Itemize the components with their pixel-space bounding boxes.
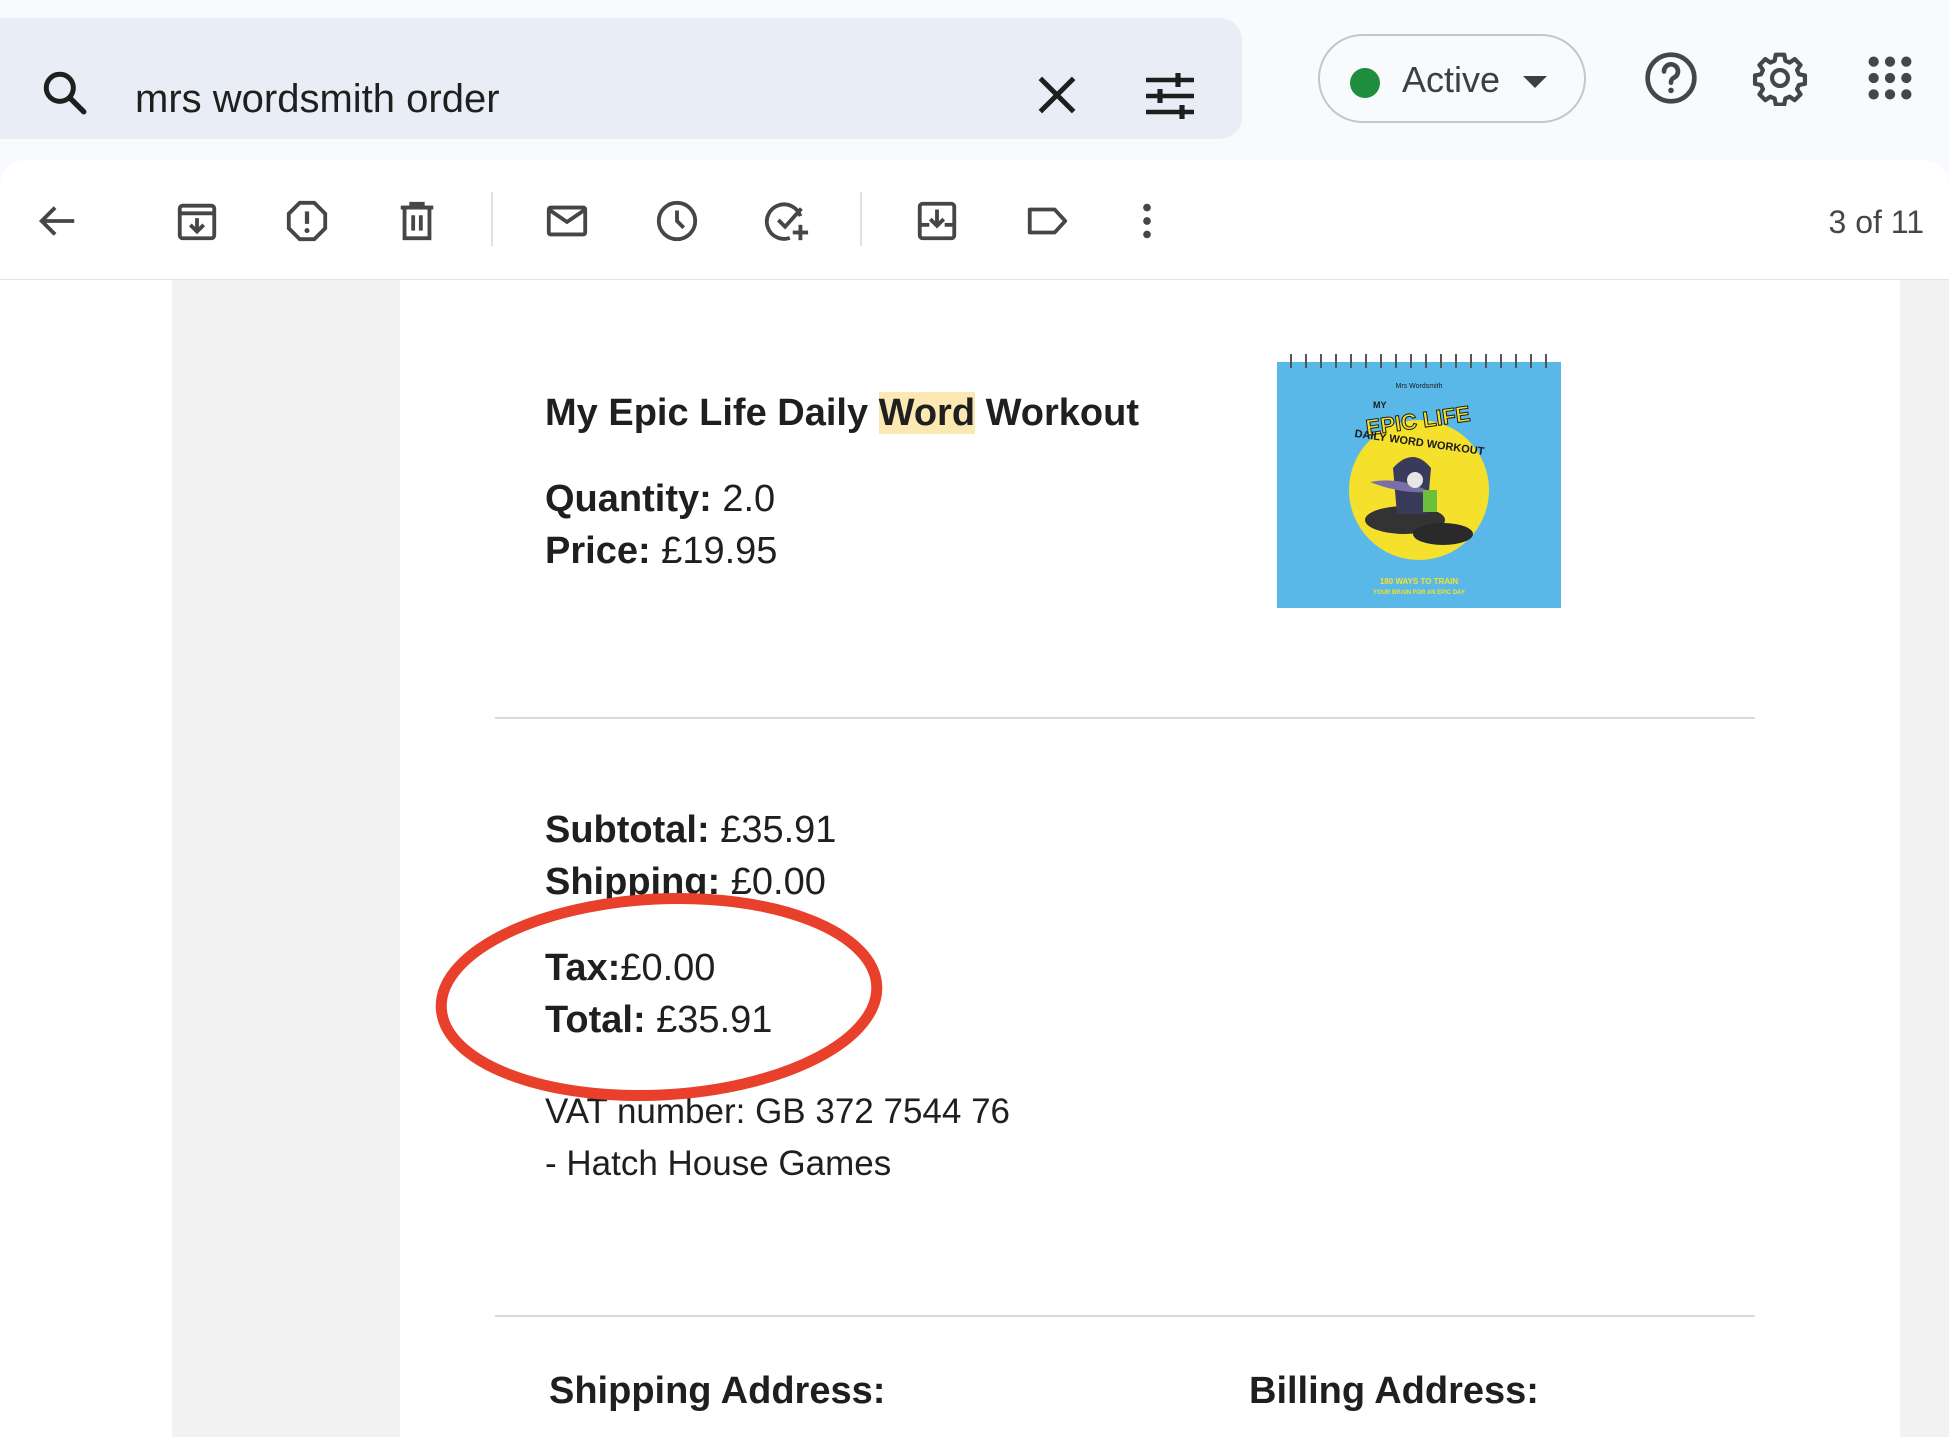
toolbar-divider: [491, 192, 493, 246]
subtotal-line: Subtotal: £35.91: [545, 807, 836, 853]
total-value: £35.91: [645, 999, 773, 1041]
more-vert-icon[interactable]: [1124, 198, 1170, 244]
help-icon[interactable]: [1643, 50, 1699, 106]
section-divider: [495, 1315, 1755, 1317]
tax-label: Tax:: [545, 947, 621, 989]
shipping-line: Shipping: £0.00: [545, 859, 826, 905]
price-label: Price:: [545, 530, 651, 572]
search-box[interactable]: mrs wordsmith order: [0, 18, 1242, 139]
chevron-down-icon: [1523, 76, 1547, 88]
email-gutter-right: [1900, 280, 1949, 1437]
archive-icon[interactable]: [174, 198, 220, 244]
status-label: Active: [1402, 59, 1501, 100]
vat-number: VAT number: GB 372 7544 76: [545, 1092, 1011, 1131]
shipping-address-heading: Shipping Address:: [549, 1370, 886, 1412]
status-dot: [1350, 68, 1380, 98]
cover-bottom2: YOUR BRAIN FOR AN EPIC DAY: [1373, 590, 1465, 596]
quantity-value: 2.0: [711, 478, 776, 520]
close-icon[interactable]: [1032, 70, 1082, 120]
toolbar-divider: [860, 192, 862, 246]
section-divider: [495, 717, 1755, 719]
total-label: Total:: [545, 999, 646, 1041]
delete-icon[interactable]: [394, 198, 440, 244]
shipping-value: £0.00: [720, 861, 826, 903]
tax-value: £0.00: [620, 947, 716, 989]
search-icon[interactable]: [40, 68, 90, 118]
message-area: My Epic Life Daily Word Workout Quantity…: [0, 280, 1949, 1437]
label-icon[interactable]: [1024, 198, 1070, 244]
vat-company: - Hatch House Games: [545, 1144, 892, 1183]
shipping-label: Shipping:: [545, 861, 721, 903]
page-counter: 3 of 11: [1828, 204, 1924, 240]
subtotal-value: £35.91: [709, 809, 837, 851]
price-line: Price: £19.95: [545, 528, 777, 574]
email-gutter-left: [172, 280, 400, 1437]
cover-brand: Mrs Wordsmith: [1396, 383, 1443, 390]
report-spam-icon[interactable]: [284, 198, 330, 244]
back-arrow-icon[interactable]: [34, 198, 80, 244]
product-image[interactable]: Mrs Wordsmith MY EPIC LIFE DAILY WORD WO…: [1275, 350, 1563, 608]
filter-icon[interactable]: [1142, 72, 1198, 120]
quantity-line: Quantity: 2.0: [545, 476, 775, 522]
snooze-icon[interactable]: [654, 198, 700, 244]
cover-line1: MY: [1373, 400, 1387, 410]
product-title: My Epic Life Daily Word Workout: [545, 390, 1139, 436]
add-task-icon[interactable]: [764, 198, 810, 244]
move-to-icon[interactable]: [914, 198, 960, 244]
apps-grid-icon[interactable]: [1862, 50, 1918, 106]
status-dropdown[interactable]: Active: [1318, 34, 1586, 123]
email-body: My Epic Life Daily Word Workout Quantity…: [400, 280, 1900, 1437]
settings-icon[interactable]: [1752, 50, 1808, 106]
total-line: Total: £35.91: [545, 997, 772, 1043]
search-input[interactable]: mrs wordsmith order: [135, 74, 500, 124]
subtotal-label: Subtotal:: [545, 809, 710, 851]
search-highlight: Word: [878, 392, 976, 434]
message-toolbar: 3 of 11: [0, 160, 1949, 280]
price-value: £19.95: [650, 530, 778, 572]
product-title-part: Workout: [975, 392, 1140, 434]
top-bar: mrs wordsmith order Active: [0, 0, 1949, 160]
mark-unread-icon[interactable]: [544, 198, 590, 244]
tax-line: Tax:£0.00: [545, 945, 715, 991]
product-title-part: My Epic Life Daily: [545, 392, 879, 434]
quantity-label: Quantity:: [545, 478, 712, 520]
billing-address-heading: Billing Address:: [1249, 1370, 1539, 1412]
cover-bottom1: 180 WAYS TO TRAIN: [1380, 577, 1458, 586]
